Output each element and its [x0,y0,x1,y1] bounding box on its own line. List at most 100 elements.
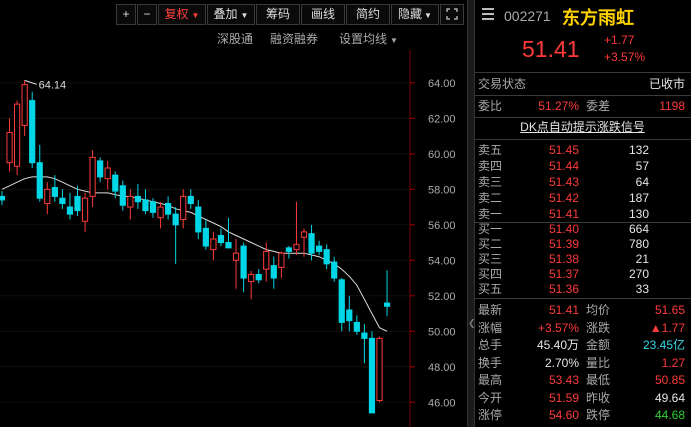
candle-body [308,233,315,254]
candle-body [376,337,383,401]
hide-button[interactable]: 隐藏 ▼ [391,4,439,25]
stat-row: 最高 53.43 最低 50.85 [474,372,691,389]
candle-body [383,302,391,307]
candle-body [172,213,179,226]
candlestick [210,231,217,261]
zoom-in-button[interactable]: + [116,4,136,25]
overlay-button[interactable]: 叠加 ▼ [207,4,255,25]
candlestick [29,91,36,169]
trade-status-label: 交易状态 [478,77,527,91]
y-tick-label: 48.00 [428,362,456,374]
ask-volume: 187 [628,191,649,205]
order-ratio-value: 51.27% [538,99,579,113]
simple-mode-button[interactable]: 简约 [346,4,390,25]
stat-value: 49.64 [654,390,685,405]
stat-label: 金额 [586,338,611,352]
candlestick [142,189,149,215]
candle-body [240,245,247,279]
stock-name: 东方雨虹 [562,8,634,28]
caret-down-icon: ▼ [191,11,200,20]
adjust-rights-label: 复权 [164,7,189,21]
order-ratio-label: 委比 [478,99,503,113]
candlestick [248,270,255,300]
candle-body [316,245,323,252]
stat-row: 总手 45.40万 金额 23.45亿 [474,337,691,354]
candlestick [180,189,187,229]
candlestick [240,242,247,293]
candlestick [59,189,66,209]
chip-distribution-button[interactable]: 筹码 [256,4,300,25]
price-change-pct: +3.57% [604,50,646,64]
candle-body [180,195,187,220]
candlestick [172,207,179,264]
candlestick [134,183,142,209]
caret-down-icon: ▼ [424,11,432,20]
candlestick [157,201,164,229]
candlestick [127,189,134,220]
candle-body [59,197,66,205]
stat-value: 23.45亿 [642,338,685,352]
overlay-label: 叠加 [213,7,238,21]
candle-body [285,247,292,252]
candle-body [338,279,345,323]
candle-body [300,231,308,238]
candlestick [368,331,376,414]
candle-body [97,160,104,178]
candle-body [104,167,111,180]
candle-body [232,252,240,261]
last-price: 51.41 [522,36,580,62]
candle-body [14,103,21,167]
ma-settings-link[interactable]: 设置均线 ▼ [339,30,398,47]
candlestick [361,324,368,364]
stat-value: 44.68 [654,408,685,422]
bid-level-label: 买五 [478,282,503,296]
candle-body [202,227,209,247]
adjust-rights-button[interactable]: 复权 ▼ [158,4,206,25]
kline-chart-panel[interactable]: + − 复权 ▼ 叠加 ▼ 筹码 画线 简约 隐藏 ▼ 深股通 融资融券 设置均线 ▼ … [0,0,468,427]
dk-signal-link[interactable]: DK点自动提示涨跌信号 [474,119,691,136]
y-tick-label: 52.00 [428,291,456,303]
stat-value: 45.40万 [536,338,579,352]
candle-body [29,100,36,164]
candlestick [353,315,360,335]
candle-body [0,195,6,201]
ask-price: 51.44 [548,159,579,173]
candlestick [300,228,308,257]
hide-label: 隐藏 [398,7,423,21]
zoom-out-button[interactable]: − [137,4,157,25]
candlestick [308,224,315,261]
caret-down-icon: ▼ [390,36,398,45]
stat-value: 50.85 [654,373,685,387]
fullscreen-button[interactable] [440,4,464,25]
candle-body [217,234,225,244]
candle-body [255,273,262,281]
menu-icon[interactable] [482,8,494,20]
y-tick-label: 62.00 [428,113,456,125]
shenguangtong-link[interactable]: 深股通 [217,30,253,47]
stat-value: 51.65 [654,303,685,317]
stat-row: 换手 2.70% 量比 1.27 [474,355,691,372]
bid-price: 51.36 [548,282,579,296]
ask-level-row: 卖四 51.44 57 [474,158,691,175]
stat-label: 涨幅 [478,320,503,335]
trade-status-value: 已收市 [648,77,685,91]
stat-label: 昨收 [586,390,611,405]
stat-row: 今开 51.59 昨收 49.64 [474,390,691,407]
stat-value: 51.59 [548,390,579,405]
stat-value: ▲1.77 [649,320,685,335]
candle-body [112,174,119,192]
candlestick [89,150,96,208]
draw-line-button[interactable]: 画线 [301,4,345,25]
margin-trading-link[interactable]: 融资融券 [270,30,318,47]
candlestick [51,175,58,202]
y-tick-label: 56.00 [428,220,456,232]
candlestick-chart[interactable]: 64.00 62.00 60.00 58.00 56.00 54.00 52.00 50.00… [0,0,468,427]
stat-label: 涨跌 [586,320,611,335]
ask-volume: 64 [635,175,649,189]
candle-body [195,206,202,233]
ask-level-label: 卖三 [478,175,503,189]
candlestick [255,269,262,284]
stat-label: 跌停 [586,408,611,422]
candlestick [217,228,225,247]
ask-price: 51.43 [548,175,579,189]
